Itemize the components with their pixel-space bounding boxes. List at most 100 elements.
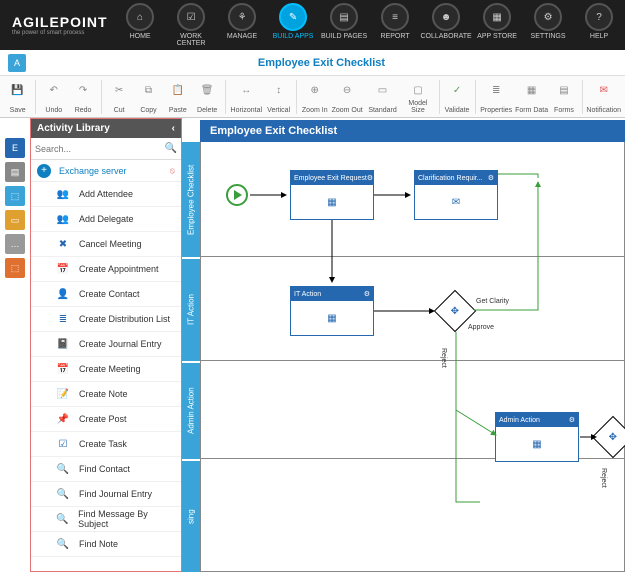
collapse-icon[interactable]: ‹ bbox=[172, 123, 175, 134]
horizontal-button[interactable]: ↔Horizontal bbox=[230, 78, 263, 116]
edge-label: Get Clarity bbox=[476, 298, 509, 305]
activity-icon: ☑ bbox=[55, 436, 71, 452]
activity-box[interactable]: Employee Exit Request⚙ ▦ bbox=[290, 170, 374, 220]
rail-a6[interactable]: ⬚ bbox=[5, 258, 25, 278]
validate-button[interactable]: ✓Validate bbox=[443, 78, 470, 116]
activity-icon: 📌 bbox=[55, 411, 71, 427]
activity-icon: 📅 bbox=[55, 361, 71, 377]
activity-icon: 🔍 bbox=[55, 511, 70, 527]
zoomout-button[interactable]: ⊖Zoom Out bbox=[330, 78, 363, 116]
report-icon: ≡ bbox=[381, 3, 409, 31]
clear-icon[interactable]: ⦸ bbox=[170, 166, 175, 176]
buildpages-icon: ▤ bbox=[330, 3, 358, 31]
activity-item[interactable]: 👥Add Attendee bbox=[31, 182, 181, 207]
save-button[interactable]: 💾Save bbox=[4, 78, 31, 116]
activity-item[interactable]: 👥Add Delegate bbox=[31, 207, 181, 232]
rail-a1[interactable]: E bbox=[5, 138, 25, 158]
activity-box[interactable]: Admin Action⚙ ▦ bbox=[495, 412, 579, 462]
app-type-icon[interactable]: A bbox=[8, 54, 26, 72]
toolbar: 💾Save ↶Undo↷Redo ✂Cut⧉Copy📋Paste🗑Delete ↔Ho… bbox=[0, 76, 625, 118]
form-icon: ▦ bbox=[291, 185, 373, 220]
rail-a4[interactable]: ▭ bbox=[5, 210, 25, 230]
zoomout-icon: ⊖ bbox=[337, 80, 357, 100]
start-event[interactable] bbox=[226, 184, 248, 206]
form-icon: ▦ bbox=[496, 427, 578, 462]
rail-a3[interactable]: ⬚ bbox=[5, 186, 25, 206]
activity-item[interactable]: ☑Create Task bbox=[31, 432, 181, 457]
help-icon: ? bbox=[585, 3, 613, 31]
add-icon[interactable]: + bbox=[37, 164, 51, 178]
swimlane-label[interactable]: IT Action bbox=[182, 259, 200, 361]
appstore-icon: ▦ bbox=[483, 3, 511, 31]
gear-icon[interactable]: ⚙ bbox=[367, 174, 373, 182]
activity-item[interactable]: 📅Create Appointment bbox=[31, 257, 181, 282]
zoomin-button[interactable]: ⊕Zoom In bbox=[301, 78, 328, 116]
activity-item[interactable]: 👤Create Contact bbox=[31, 282, 181, 307]
activity-box[interactable]: Clarification Requir...⚙ ✉ bbox=[414, 170, 498, 220]
swimlane-body[interactable] bbox=[200, 459, 625, 572]
swimlane-body[interactable] bbox=[200, 142, 625, 257]
undo-button[interactable]: ↶Undo bbox=[40, 78, 67, 116]
horizontal-icon: ↔ bbox=[236, 80, 256, 100]
activity-item[interactable]: 🔍Find Journal Entry bbox=[31, 482, 181, 507]
activity-item[interactable]: 📅Create Meeting bbox=[31, 357, 181, 382]
left-icon-rail: E ▤ ⬚ ▭ … ⬚ bbox=[0, 118, 30, 572]
nav-home[interactable]: ⌂HOME bbox=[116, 3, 165, 47]
activity-box[interactable]: IT Action⚙ ▦ bbox=[290, 286, 374, 336]
activity-item[interactable]: ✖Cancel Meeting bbox=[31, 232, 181, 257]
redo-button[interactable]: ↷Redo bbox=[69, 78, 96, 116]
modelsize-button[interactable]: ▢Model Size bbox=[401, 78, 434, 116]
activity-library-header[interactable]: Activity Library ‹ bbox=[31, 119, 181, 138]
zoomin-icon: ⊕ bbox=[305, 80, 325, 100]
nav-settings[interactable]: ⚙SETTINGS bbox=[524, 3, 573, 47]
properties-button[interactable]: ≣Properties bbox=[480, 78, 513, 116]
nav-workcenter[interactable]: ☑WORK CENTER bbox=[167, 3, 216, 47]
cut-button[interactable]: ✂Cut bbox=[106, 78, 133, 116]
nav-help[interactable]: ?HELP bbox=[575, 3, 624, 47]
swimlane-label[interactable]: sing bbox=[182, 461, 200, 572]
forms-icon: ▤ bbox=[554, 80, 574, 100]
nav-manage[interactable]: ⚘MANAGE bbox=[218, 3, 267, 47]
vertical-button[interactable]: ↕Vertical bbox=[265, 78, 292, 116]
notification-button[interactable]: ✉Notification bbox=[586, 78, 621, 116]
copy-button[interactable]: ⧉Copy bbox=[135, 78, 162, 116]
save-icon: 💾 bbox=[8, 80, 28, 100]
swimlane-body[interactable] bbox=[200, 257, 625, 361]
nav-buildapps[interactable]: ✎BUILD APPS bbox=[269, 3, 318, 47]
nav-collaborate[interactable]: ☻COLLABORATE bbox=[422, 3, 471, 47]
activity-item[interactable]: 🔍Find Note bbox=[31, 532, 181, 557]
activity-item[interactable]: ≣Create Distribution List bbox=[31, 307, 181, 332]
gear-icon[interactable]: ⚙ bbox=[364, 290, 370, 298]
gear-icon[interactable]: ⚙ bbox=[488, 174, 494, 182]
swimlane-label[interactable]: Admin Action bbox=[182, 363, 200, 459]
category-row[interactable]: + Exchange server ⦸ bbox=[31, 160, 181, 182]
activity-library-panel: Activity Library ‹ 🔍 + Exchange server ⦸… bbox=[30, 118, 182, 572]
rail-a2[interactable]: ▤ bbox=[5, 162, 25, 182]
nav-report[interactable]: ≡REPORT bbox=[371, 3, 420, 47]
activity-item[interactable]: 🔍Find Contact bbox=[31, 457, 181, 482]
cut-icon: ✂ bbox=[109, 80, 129, 100]
undo-icon: ↶ bbox=[44, 80, 64, 100]
search-input[interactable] bbox=[35, 144, 165, 154]
rail-a5[interactable]: … bbox=[5, 234, 25, 254]
forms-button[interactable]: ▤Forms bbox=[550, 78, 577, 116]
gear-icon[interactable]: ⚙ bbox=[569, 416, 575, 424]
activity-item[interactable]: 🔍Find Message By Subject bbox=[31, 507, 181, 532]
process-canvas[interactable]: Employee Exit Checklist Employee Checkli… bbox=[182, 118, 625, 572]
activity-item[interactable]: 📓Create Journal Entry bbox=[31, 332, 181, 357]
properties-icon: ≣ bbox=[486, 80, 506, 100]
activity-item[interactable]: 📌Create Post bbox=[31, 407, 181, 432]
paste-button[interactable]: 📋Paste bbox=[164, 78, 191, 116]
validate-icon: ✓ bbox=[447, 80, 467, 100]
nav-buildpages[interactable]: ▤BUILD PAGES bbox=[320, 3, 369, 47]
activity-item[interactable]: 📝Create Note bbox=[31, 382, 181, 407]
activity-icon: 📝 bbox=[55, 386, 71, 402]
delete-button[interactable]: 🗑Delete bbox=[194, 78, 221, 116]
search-icon[interactable]: 🔍 bbox=[165, 143, 177, 154]
swimlane-label[interactable]: Employee Checklist bbox=[182, 142, 200, 257]
nav-appstore[interactable]: ▦APP STORE bbox=[473, 3, 522, 47]
formdata-button[interactable]: ▦Form Data bbox=[515, 78, 548, 116]
brand-logo: AGILEPOINT the power of smart process bbox=[4, 14, 116, 36]
redo-icon: ↷ bbox=[73, 80, 93, 100]
standard-button[interactable]: ▭Standard bbox=[366, 78, 399, 116]
